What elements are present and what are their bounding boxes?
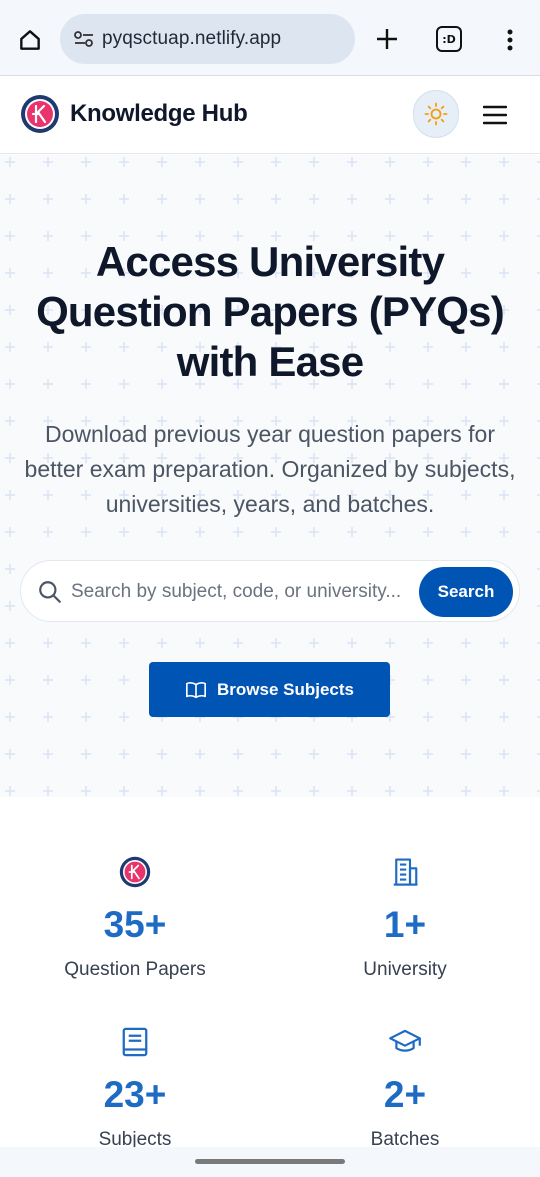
search-input[interactable] [71,575,416,609]
building-icon [388,855,422,889]
system-navigation-bar [0,1147,540,1177]
site-settings-icon[interactable] [70,25,98,53]
site-header: Knowledge Hub [0,76,540,154]
tab-switcher-button[interactable]: :D [436,26,462,52]
graduation-cap-icon [388,1025,422,1059]
stat-batches: 2+ Batches [270,1025,540,1151]
logo-icon [21,95,59,133]
search-icon [39,581,61,603]
stat-value: 35+ [103,904,167,945]
browse-subjects-label: Browse Subjects [217,679,354,699]
new-tab-icon[interactable] [372,24,402,54]
stats-section: 35+ Question Papers 1+ University 23+ Su… [0,797,540,1150]
gesture-handle[interactable] [195,1159,345,1164]
open-book-icon [186,681,206,698]
browser-toolbar: pyqsctuap.netlify.app :D [0,0,540,76]
more-options-icon[interactable] [498,24,522,56]
stat-label: University [363,959,447,980]
theme-toggle-button[interactable] [413,90,459,138]
stat-university: 1+ University [270,855,540,981]
home-icon[interactable] [14,24,46,56]
brand-name: Knowledge Hub [70,100,248,127]
search-button[interactable]: Search [419,567,513,617]
browse-subjects-button[interactable]: Browse Subjects [149,662,390,717]
hero-title: Access University Question Papers (PYQs)… [36,238,505,385]
search-bar: Search [20,560,520,622]
stat-subjects: 23+ Subjects [0,1025,270,1151]
stat-label: Question Papers [64,959,206,980]
stat-value: 23+ [103,1074,167,1115]
logo-icon [118,855,152,889]
book-icon [118,1025,152,1059]
stat-value: 2+ [383,1074,427,1115]
brand-link[interactable]: Knowledge Hub [20,94,248,134]
hero-section: Access University Question Papers (PYQs)… [0,155,540,797]
hamburger-menu-icon[interactable] [480,100,510,130]
url-text: pyqsctuap.netlify.app [102,28,282,49]
address-bar[interactable]: pyqsctuap.netlify.app [60,14,355,64]
stat-value: 1+ [383,904,427,945]
hero-subtitle: Download previous year question papers f… [24,421,516,517]
stat-question-papers: 35+ Question Papers [0,855,270,981]
sun-icon [424,102,448,126]
